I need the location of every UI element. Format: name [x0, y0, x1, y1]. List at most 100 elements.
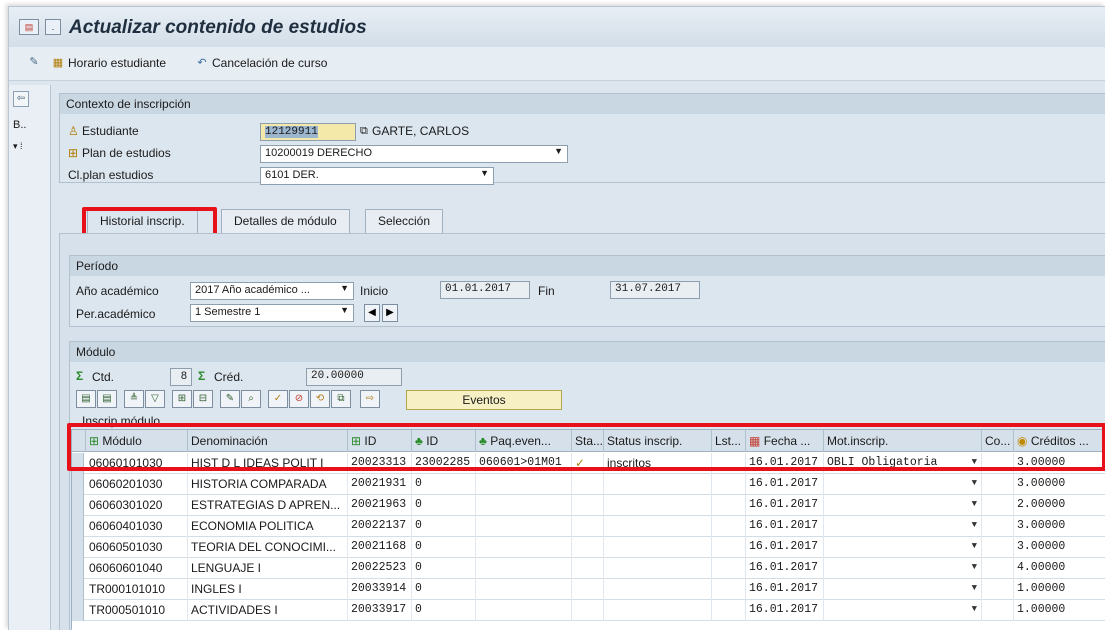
cell-empty — [982, 537, 1014, 558]
table-row[interactable]: 06060201030 HISTORIA COMPARADA 20021931 0 16… — [72, 474, 1105, 495]
book-icon[interactable]: ✓ — [268, 390, 288, 408]
horario-button[interactable]: ▦ Horario estudiante — [51, 56, 166, 70]
table-row[interactable]: TR000501010 ACTIVIDADES I 20033917 0 16.01.2… — [72, 600, 1105, 621]
anio-label: Año académico — [76, 284, 159, 298]
cell-mot[interactable]: ▼ — [824, 495, 982, 516]
chevron-down-icon[interactable]: ▼ — [972, 604, 977, 614]
cell-mot[interactable]: ▼ — [824, 516, 982, 537]
table-row[interactable]: 06060401030 ECONOMIA POLITICA 20022137 0 16.… — [72, 516, 1105, 537]
insert-row-icon[interactable]: ⊞ — [172, 390, 192, 408]
row-selector[interactable] — [72, 537, 84, 558]
plan-select[interactable]: 10200019 DERECHO ▼ — [260, 145, 568, 163]
sort-asc-icon[interactable]: ≜ — [124, 390, 144, 408]
cell-mot[interactable]: ▼ — [824, 579, 982, 600]
cell-empty — [572, 516, 604, 537]
prev-period-icon[interactable]: ◀ — [364, 304, 380, 322]
cancelacion-button[interactable]: ↶ Cancelación de curso — [195, 56, 327, 70]
highlight-box-row — [67, 423, 1105, 471]
strip-label: B.. — [13, 119, 27, 131]
cell-empty — [572, 600, 604, 621]
cell-cred: 4.00000 — [1014, 558, 1105, 579]
cell-denom: ESTRATEGIAS D APREN... — [188, 495, 348, 516]
chevron-down-icon: ▼ — [340, 305, 349, 315]
chevron-down-icon[interactable]: ▼ — [972, 499, 977, 509]
cell-modulo: TR000101010 — [86, 579, 188, 600]
cell-mot[interactable]: ▼ — [824, 600, 982, 621]
cell-id2: 0 — [412, 516, 476, 537]
per-select[interactable]: 1 Semestre 1 ▼ — [190, 304, 354, 322]
cell-paq — [476, 537, 572, 558]
back-arrow-icon[interactable]: ⇦ — [13, 91, 29, 107]
pencil-glasses-icon[interactable]: ✎ — [27, 56, 41, 69]
filter-icon[interactable]: ▽ — [145, 390, 165, 408]
cell-modulo: 06060401030 — [86, 516, 188, 537]
cell-empty — [712, 516, 746, 537]
cell-id2: 0 — [412, 474, 476, 495]
cell-empty — [712, 579, 746, 600]
tab-detalles[interactable]: Detalles de módulo — [221, 209, 350, 233]
arrow-right-icon[interactable]: ⇨ — [360, 390, 380, 408]
cell-modulo: 06060501030 — [86, 537, 188, 558]
eventos-button[interactable]: Eventos — [406, 390, 562, 410]
row-selector[interactable] — [72, 474, 84, 495]
expand-icon[interactable]: ▾ ⁞ — [13, 141, 23, 152]
row-selector[interactable] — [72, 579, 84, 600]
row-selector[interactable] — [72, 495, 84, 516]
fin-field: 31.07.2017 — [610, 281, 700, 299]
chevron-down-icon[interactable]: ▼ — [972, 541, 977, 551]
cell-empty — [982, 579, 1014, 600]
cell-empty — [572, 474, 604, 495]
glasses-icon[interactable]: ⌕ — [241, 390, 261, 408]
cancel-book-icon[interactable]: ⊘ — [289, 390, 309, 408]
cell-cred: 3.00000 — [1014, 474, 1105, 495]
row-selector[interactable] — [72, 558, 84, 579]
cell-mot[interactable]: ▼ — [824, 558, 982, 579]
copy-icon[interactable]: ⧉ — [360, 125, 368, 138]
cell-mot[interactable]: ▼ — [824, 537, 982, 558]
table-row[interactable]: 06060301020 ESTRATEGIAS D APREN... 2002196… — [72, 495, 1105, 516]
row-selector[interactable] — [72, 516, 84, 537]
menu-icon[interactable]: ▤ — [19, 19, 39, 35]
chevron-down-icon[interactable]: ▼ — [972, 583, 977, 593]
modulo-header: Módulo — [70, 342, 1105, 362]
cell-denom: ECONOMIA POLITICA — [188, 516, 348, 537]
cell-denom: INGLES I — [188, 579, 348, 600]
table-row[interactable]: 06060501030 TEORIA DEL CONOCIMI... 2002116… — [72, 537, 1105, 558]
chevron-down-icon[interactable]: ▼ — [972, 562, 977, 572]
ctd-field: 8 — [170, 368, 192, 386]
delete-row-icon[interactable]: ⊟ — [193, 390, 213, 408]
table-row[interactable]: TR000101010 INGLES I 20033914 0 16.01.2017 ▼ 1… — [72, 579, 1105, 600]
row-selector[interactable] — [72, 600, 84, 621]
cell-status — [604, 495, 712, 516]
periodo-panel: Período Año académico 2017 Año académico… — [69, 255, 1105, 327]
estudiante-field[interactable]: 12129911 — [260, 123, 356, 141]
clplan-select[interactable]: 6101 DER. ▼ — [260, 167, 494, 185]
copy-row-icon[interactable]: ⧉ — [331, 390, 351, 408]
cell-paq — [476, 600, 572, 621]
cell-cred: 2.00000 — [1014, 495, 1105, 516]
clplan-label: Cl.plan estudios — [68, 168, 154, 182]
cell-paq — [476, 495, 572, 516]
fin-label: Fin — [538, 284, 555, 298]
cell-cred: 1.00000 — [1014, 579, 1105, 600]
edit-icon[interactable]: ✎ — [220, 390, 240, 408]
details-alt-icon[interactable]: ▤ — [97, 390, 117, 408]
cell-modulo: 06060601040 — [86, 558, 188, 579]
cell-empty — [712, 537, 746, 558]
chevron-down-icon[interactable]: ▼ — [972, 520, 977, 530]
cell-id1: 20021931 — [348, 474, 412, 495]
chevron-down-icon[interactable]: ▼ — [972, 478, 977, 488]
details-icon[interactable]: ▤ — [76, 390, 96, 408]
cell-paq — [476, 474, 572, 495]
cell-paq — [476, 558, 572, 579]
cell-status — [604, 579, 712, 600]
tab-seleccion[interactable]: Selección — [365, 209, 444, 233]
window-menu-icon[interactable]: . — [45, 19, 61, 35]
rebook-icon[interactable]: ⟲ — [310, 390, 330, 408]
chevron-down-icon: ▼ — [480, 168, 489, 178]
cell-fecha: 16.01.2017 — [746, 558, 824, 579]
table-row[interactable]: 06060601040 LENGUAJE I 20022523 0 16.01.2017… — [72, 558, 1105, 579]
anio-select[interactable]: 2017 Año académico ... ▼ — [190, 282, 354, 300]
next-period-icon[interactable]: ▶ — [382, 304, 398, 322]
cell-mot[interactable]: ▼ — [824, 474, 982, 495]
